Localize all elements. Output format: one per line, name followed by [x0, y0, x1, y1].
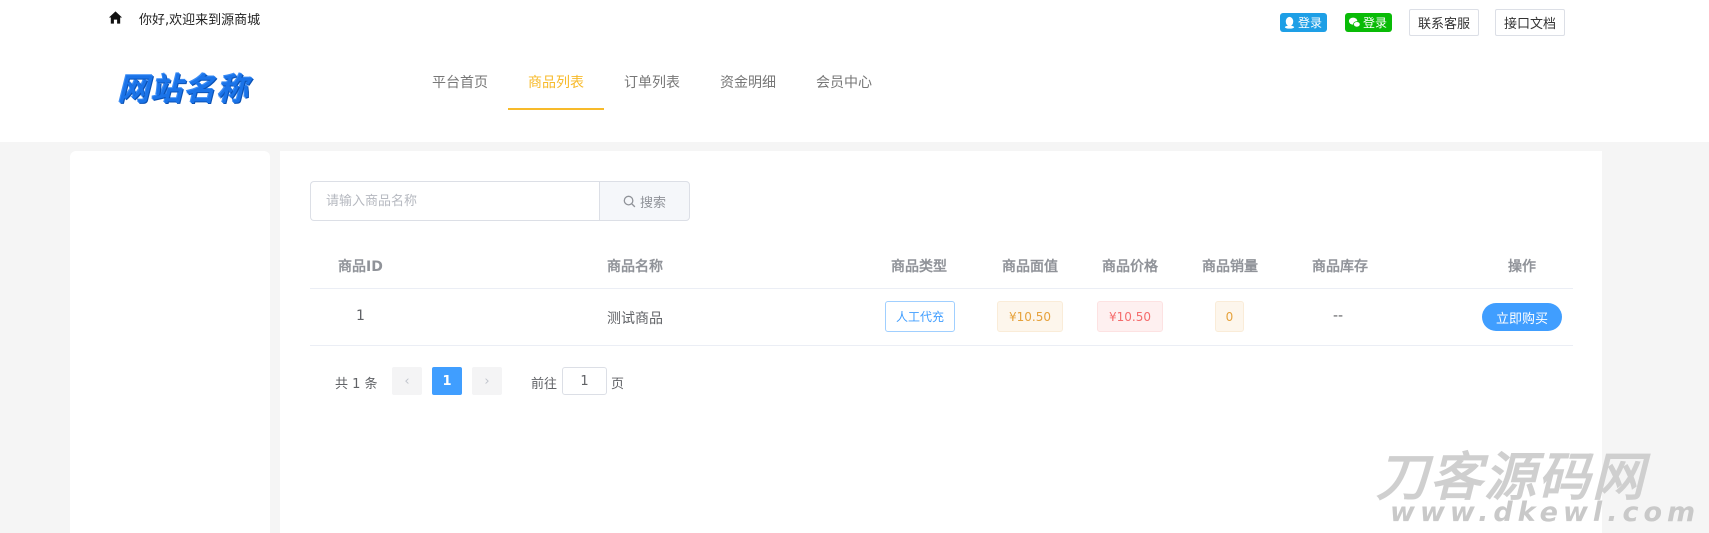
cell-product-id: 1	[356, 308, 365, 324]
page-number-current[interactable]: 1	[432, 367, 462, 395]
sales-tag: 0	[1215, 301, 1244, 332]
qq-login-label: 登录	[1298, 16, 1323, 30]
welcome-text: 你好,欢迎来到源商城	[139, 13, 261, 28]
top-header: 你好,欢迎来到源商城 登录 登录 联系客服 接口文档 网站名称 平台首页 商品列…	[0, 0, 1709, 142]
search-button-label: 搜索	[639, 195, 666, 211]
nav-item-member[interactable]: 会员中心	[796, 62, 892, 110]
qq-icon	[1284, 16, 1295, 29]
search-icon	[623, 195, 636, 207]
next-page-button[interactable]: ›	[472, 367, 502, 395]
header-divider	[310, 288, 1573, 289]
page-suffix-label: 页	[611, 377, 625, 392]
qq-login-button[interactable]: 登录	[1280, 13, 1328, 32]
nav-item-home[interactable]: 平台首页	[412, 62, 508, 110]
goto-label: 前往	[531, 377, 558, 392]
column-header-stock: 商品库存	[1312, 259, 1368, 275]
wechat-icon	[1348, 17, 1361, 28]
wechat-login-button[interactable]: 登录	[1345, 13, 1393, 32]
column-header-name: 商品名称	[607, 259, 663, 275]
pagination-total: 共 1 条	[335, 377, 378, 392]
nav-item-products[interactable]: 商品列表	[508, 62, 604, 110]
column-header-face-value: 商品面值	[1002, 259, 1058, 275]
column-header-action: 操作	[1508, 259, 1536, 275]
nav-item-funds[interactable]: 资金明细	[700, 62, 796, 110]
nav-item-orders[interactable]: 订单列表	[604, 62, 700, 110]
home-icon[interactable]	[108, 10, 123, 25]
price-tag: ¥10.50	[1097, 301, 1163, 332]
goto-page-input[interactable]	[562, 367, 607, 395]
column-header-price: 商品价格	[1102, 259, 1158, 275]
column-header-id: 商品ID	[338, 259, 383, 275]
search-button[interactable]: 搜索	[599, 181, 690, 221]
product-type-tag: 人工代充	[885, 301, 955, 332]
column-header-sales: 商品销量	[1202, 259, 1258, 275]
site-logo[interactable]: 网站名称	[118, 64, 250, 109]
product-search-input[interactable]	[310, 181, 600, 221]
cell-stock: --	[1333, 308, 1344, 324]
face-value-tag: ¥10.50	[997, 301, 1063, 332]
buy-now-button[interactable]: 立即购买	[1482, 303, 1562, 331]
sidebar-panel	[70, 151, 270, 533]
api-docs-button[interactable]: 接口文档	[1495, 9, 1565, 36]
column-header-type: 商品类型	[891, 259, 947, 275]
contact-service-button[interactable]: 联系客服	[1409, 9, 1479, 36]
cell-product-name: 测试商品	[607, 311, 663, 327]
main-nav: 平台首页 商品列表 订单列表 资金明细 会员中心	[412, 62, 892, 110]
row-divider	[310, 345, 1573, 346]
wechat-login-label: 登录	[1363, 16, 1388, 30]
prev-page-button[interactable]: ‹	[392, 367, 422, 395]
